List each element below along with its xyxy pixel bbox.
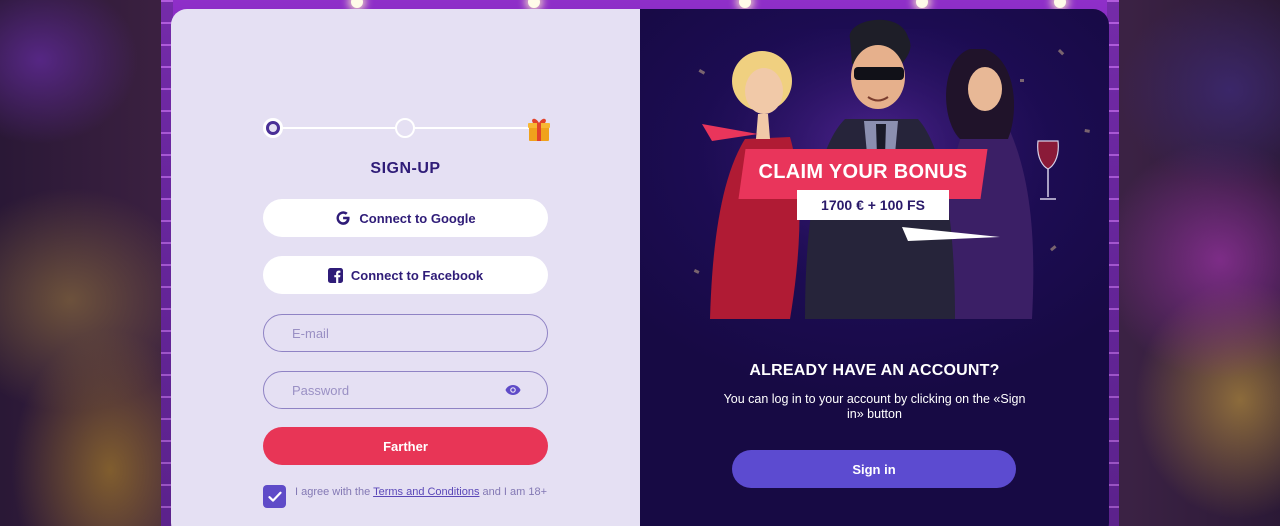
promo-panel: CLAIM YOUR BONUS 1700 € + 100 FS ALREADY… bbox=[640, 9, 1109, 526]
light-bulb bbox=[1054, 0, 1066, 8]
email-field[interactable] bbox=[263, 314, 548, 352]
agree-checkbox[interactable] bbox=[263, 485, 286, 508]
bonus-amount: 1700 € + 100 FS bbox=[821, 197, 925, 213]
step-2-dot bbox=[395, 118, 415, 138]
light-bulb bbox=[739, 0, 751, 8]
account-title: ALREADY HAVE AN ACCOUNT? bbox=[749, 362, 1000, 379]
sign-in-button[interactable]: Sign in bbox=[732, 450, 1016, 488]
light-bulb bbox=[528, 0, 540, 8]
page-title: SIGN-UP bbox=[370, 160, 441, 177]
password-field[interactable] bbox=[263, 371, 548, 409]
terms-link[interactable]: Terms and Conditions bbox=[373, 486, 479, 498]
farther-button[interactable]: Farther bbox=[263, 427, 548, 465]
eye-icon[interactable] bbox=[505, 383, 521, 397]
password-input[interactable] bbox=[292, 382, 492, 398]
light-bulb bbox=[916, 0, 928, 8]
connect-google-button[interactable]: Connect to Google bbox=[263, 199, 548, 237]
signup-panel: SIGN-UP Connect to Google Connect to Fac… bbox=[171, 9, 640, 526]
light-bulb bbox=[351, 0, 363, 8]
step-1-dot bbox=[263, 118, 283, 138]
email-input[interactable] bbox=[292, 325, 492, 341]
agree-prefix: I agree with the bbox=[295, 486, 374, 498]
terms-agreement: I agree with the Terms and Conditions an… bbox=[263, 485, 553, 508]
signup-modal: SIGN-UP Connect to Google Connect to Fac… bbox=[171, 9, 1109, 526]
connect-facebook-label: Connect to Facebook bbox=[350, 267, 484, 283]
connect-facebook-button[interactable]: Connect to Facebook bbox=[263, 256, 548, 294]
account-subtitle: You can log in to your account by clicki… bbox=[723, 392, 1026, 421]
agree-text: I agree with the Terms and Conditions an… bbox=[295, 485, 547, 508]
connect-google-label: Connect to Google bbox=[359, 210, 476, 226]
facebook-icon bbox=[327, 267, 343, 283]
signup-stepper bbox=[263, 116, 553, 146]
gift-icon bbox=[528, 118, 550, 141]
checkmark-icon bbox=[267, 491, 282, 502]
bonus-headline: CLAIM YOUR BONUS bbox=[758, 161, 968, 183]
agree-suffix: and I am 18+ bbox=[479, 486, 548, 498]
google-icon bbox=[336, 211, 350, 225]
